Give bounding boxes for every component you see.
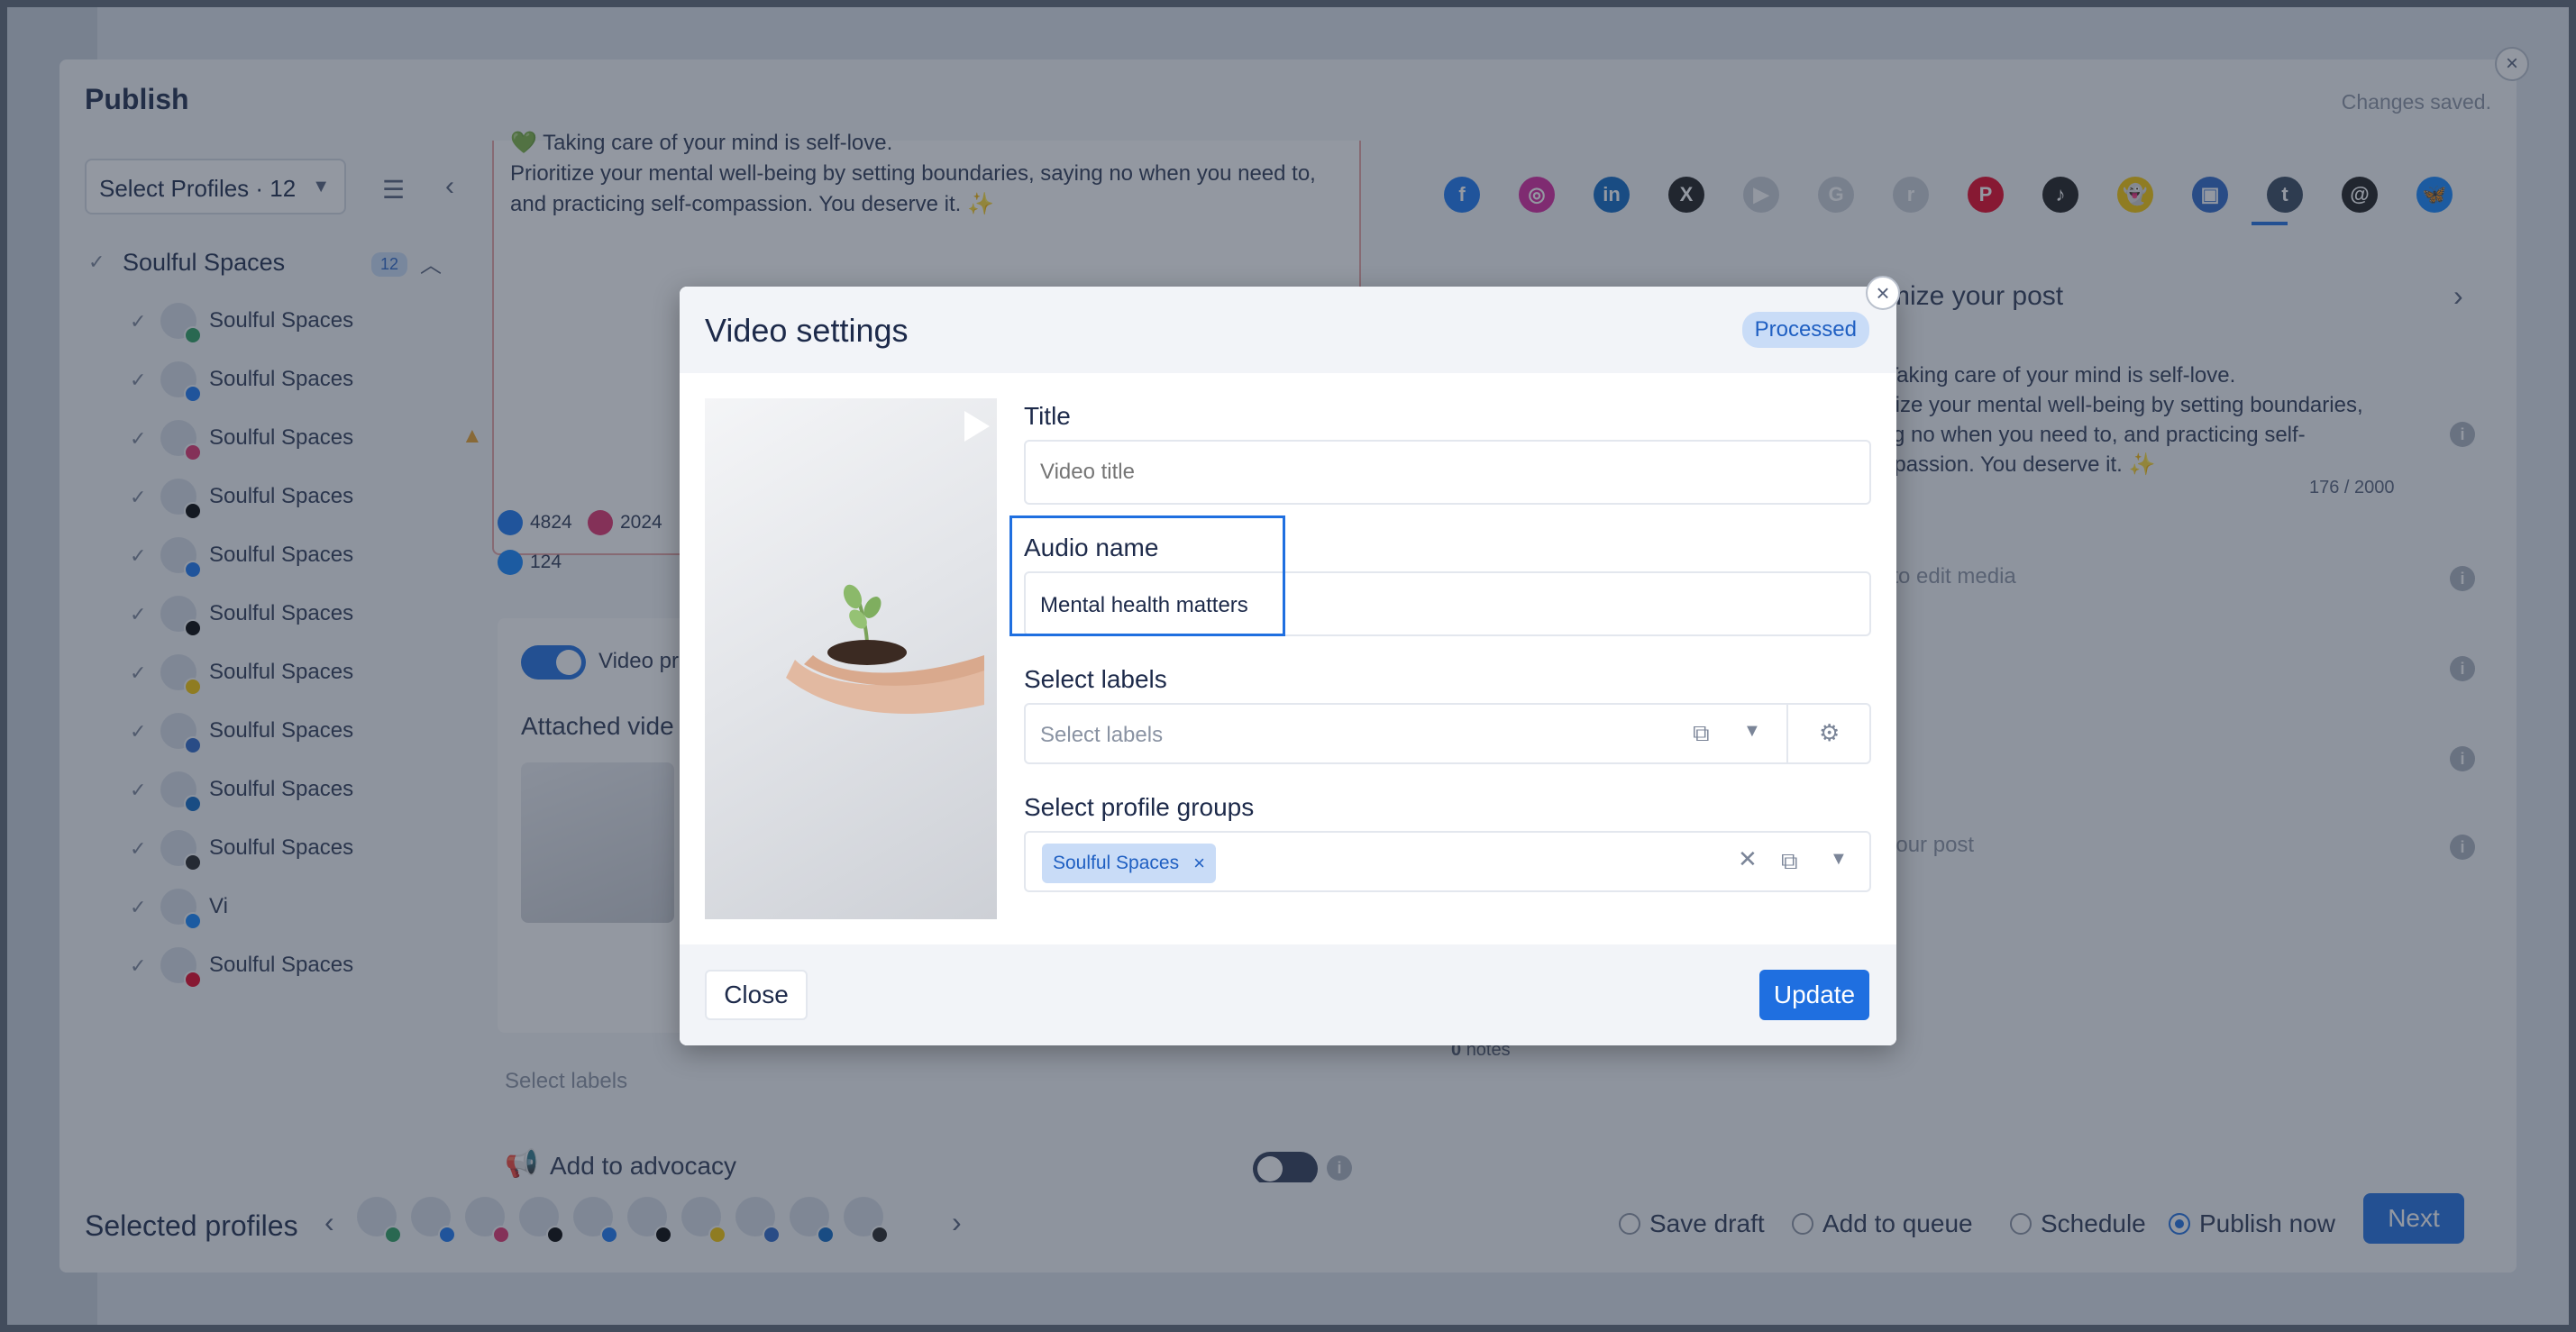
close-icon[interactable]: × — [1866, 276, 1900, 310]
close-button[interactable]: Close — [705, 970, 808, 1020]
video-thumbnail-art — [786, 584, 984, 714]
labels-placeholder: Select labels — [1040, 723, 1164, 747]
focus-highlight — [1009, 515, 1285, 636]
clear-icon[interactable]: ✕ — [1738, 845, 1758, 873]
modal-title: Video settings — [705, 312, 909, 349]
divider — [1786, 705, 1788, 762]
status-badge: Processed — [1741, 312, 1869, 348]
modal-footer: Close Update — [680, 944, 1896, 1045]
gear-icon[interactable]: ⚙ — [1819, 719, 1840, 747]
modal-header: Video settings Processed — [680, 287, 1896, 373]
profile-groups-label: Select profile groups — [1024, 793, 1255, 821]
copy-icon[interactable]: ⧉ — [1693, 719, 1710, 748]
caret-down-icon[interactable]: ▼ — [1743, 721, 1761, 742]
select-labels-label: Select labels — [1024, 665, 1167, 693]
chip-label: Soulful Spaces — [1053, 853, 1180, 873]
update-button[interactable]: Update — [1759, 970, 1869, 1020]
labels-select[interactable]: Select labels ⧉ ▼ ⚙ — [1024, 703, 1871, 764]
play-icon[interactable] — [964, 411, 990, 442]
video-title-input[interactable] — [1024, 440, 1871, 505]
profile-groups-select[interactable]: Soulful Spaces × ✕ ⧉ ▼ — [1024, 831, 1871, 892]
video-preview[interactable] — [705, 398, 997, 919]
video-settings-modal: Video settings Processed × Title Audio n… — [680, 276, 1900, 1045]
title-label: Title — [1024, 402, 1071, 430]
copy-icon[interactable]: ⧉ — [1781, 847, 1798, 876]
chip-remove-icon[interactable]: × — [1193, 852, 1205, 875]
caret-down-icon[interactable]: ▼ — [1830, 849, 1848, 870]
profile-group-chip: Soulful Spaces × — [1042, 844, 1216, 883]
